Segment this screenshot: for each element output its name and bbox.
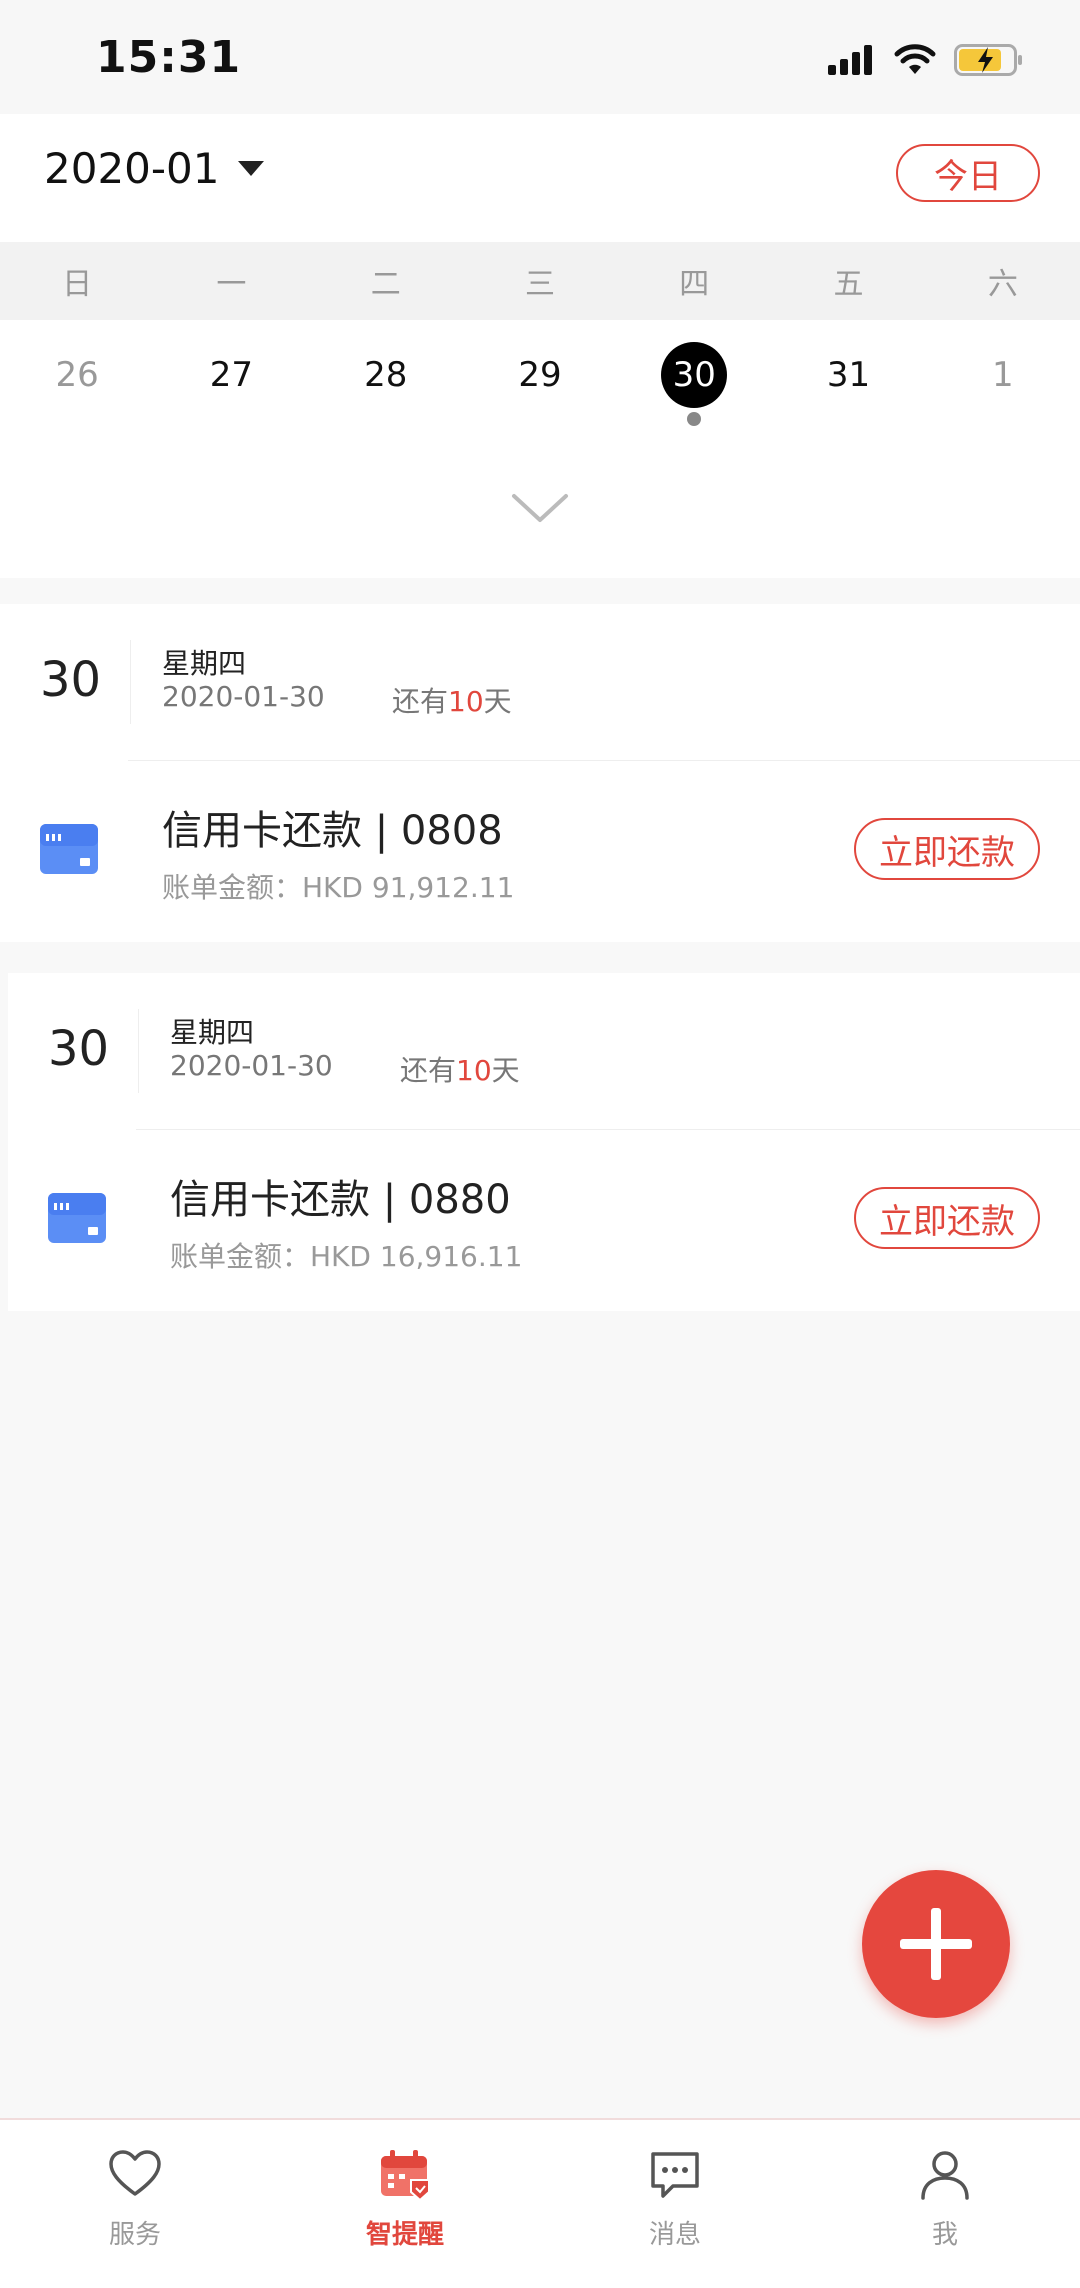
calendar-week: 26 27 28 29 30 31 1 [0,320,1080,578]
reminder-day: 30 [48,1021,110,1077]
calendar-day-selected[interactable]: 30 [617,320,771,430]
caret-down-icon [237,161,264,176]
tab-label: 服务 [108,2220,161,2250]
credit-card-icon [48,1193,106,1243]
user-icon [921,2151,969,2200]
calendar-day[interactable]: 29 [463,320,617,430]
status-time: 15:31 [96,32,242,83]
reminder-remaining: 还有10天 [392,685,512,718]
weekday-fri: 五 [833,267,864,302]
calendar-icon [381,2150,430,2202]
event-dot [687,412,702,426]
remaining-days: 10 [456,1054,492,1087]
tab-label: 智提醒 [365,2220,444,2250]
weekday-thu: 四 [679,267,710,302]
reminder-date: 2020-01-30 [170,1049,333,1082]
signal-icon [828,45,872,75]
weekday-mon: 一 [216,267,247,302]
weekday-wed: 三 [524,267,555,302]
reminder-weekday: 星期四 [162,647,247,680]
tab-me[interactable]: 我 [810,2120,1080,2288]
today-button[interactable]: 今日 [896,144,1040,202]
calendar-day[interactable]: 1 [926,320,1080,430]
battery-charging-icon [954,44,1022,76]
chat-icon [651,2152,699,2198]
reminder-card: 30 星期四 2020-01-30 还有10天 信用卡还款 | 0808 账单金… [0,604,1080,942]
heart-icon [109,2150,161,2196]
remaining-days: 10 [448,685,484,718]
weekday-tue: 二 [370,267,401,302]
reminder-weekday: 星期四 [170,1016,255,1049]
reminder-card: 30 星期四 2020-01-30 还有10天 信用卡还款 | 0880 账单金… [8,973,1080,1311]
add-reminder-button[interactable] [862,1870,1010,2018]
status-icons [828,40,1024,80]
weekday-sun: 日 [62,267,93,302]
reminder-day: 30 [40,652,102,708]
weekday-sat: 六 [987,267,1018,302]
status-bar: 15:31 [0,0,1080,114]
calendar-day[interactable]: 27 [154,320,308,430]
reminder-date: 2020-01-30 [162,680,325,713]
plus-icon [900,1908,972,1980]
calendar-day[interactable]: 26 [0,320,154,430]
divider [130,640,131,724]
wifi-icon [894,44,936,74]
month-text: 2020-01 [44,144,220,193]
credit-card-icon [40,824,98,874]
pay-now-button[interactable]: 立即还款 [854,818,1040,880]
tab-bar: 服务 智提醒 消息 我 [0,2118,1080,2288]
month-picker[interactable]: 2020-01 [44,144,264,193]
week-header: 日 一 二 三 四 五 六 [0,242,1080,320]
divider [136,1129,1080,1130]
divider [138,1009,139,1093]
reminder-amount: 账单金额：HKD 91,912.11 [162,871,515,904]
tab-services[interactable]: 服务 [0,2120,270,2288]
reminder-title: 信用卡还款 | 0880 [170,1177,511,1223]
tab-smart-reminder[interactable]: 智提醒 [270,2120,540,2288]
tab-messages[interactable]: 消息 [540,2120,810,2288]
reminder-remaining: 还有10天 [400,1054,520,1087]
divider [128,760,1080,761]
calendar-day[interactable]: 28 [309,320,463,430]
header: 2020-01 今日 [0,114,1080,242]
selected-day-circle: 30 [661,342,728,408]
calendar-day[interactable]: 31 [771,320,925,430]
pay-now-button[interactable]: 立即还款 [854,1187,1040,1249]
chevron-down-icon[interactable] [510,488,570,528]
tab-label: 我 [931,2220,958,2250]
reminder-amount: 账单金额：HKD 16,916.11 [170,1240,523,1273]
reminder-title: 信用卡还款 | 0808 [162,808,503,854]
tab-label: 消息 [648,2220,701,2250]
